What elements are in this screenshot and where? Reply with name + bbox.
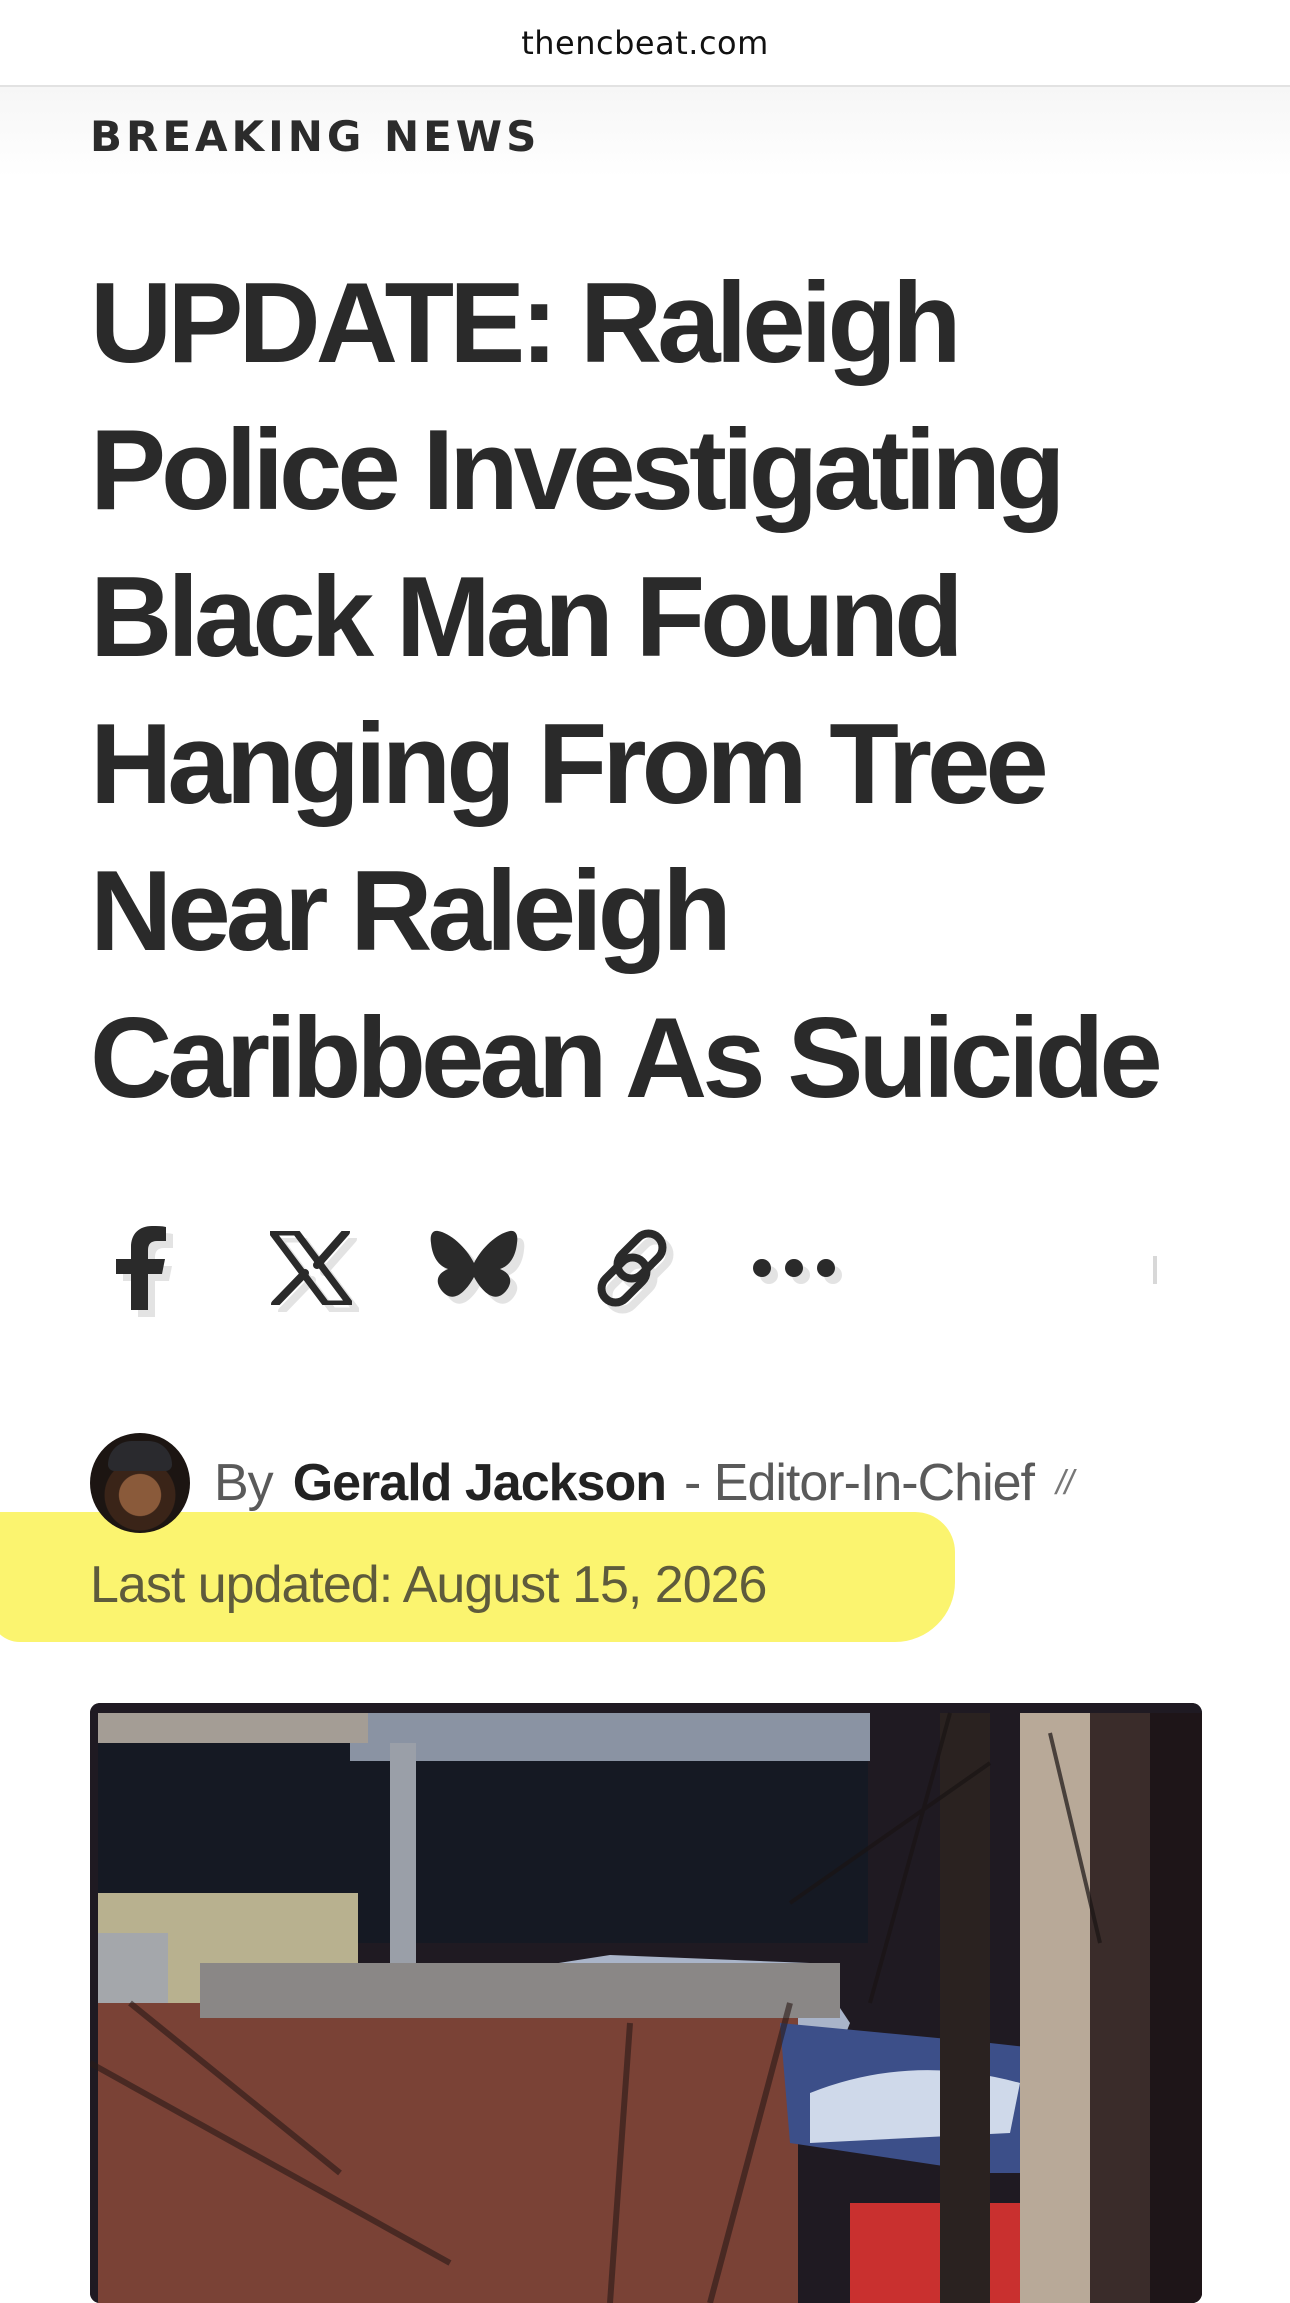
article-hero-image[interactable] (90, 1703, 1202, 2303)
share-facebook-button[interactable] (110, 1218, 270, 1318)
byline: By Gerald Jackson - Editor-In-Chief // (90, 1432, 1074, 1534)
more-icon (753, 1259, 835, 1277)
bluesky-icon (430, 1230, 518, 1297)
byline-prefix: By (214, 1454, 274, 1512)
author-name-link[interactable]: Gerald Jackson (293, 1453, 667, 1513)
browser-address-bar[interactable]: thencbeat.com (0, 0, 1290, 87)
facebook-icon (116, 1226, 166, 1310)
article-headline: UPDATE: Raleigh Police Investigating Bla… (90, 260, 1163, 1122)
share-bluesky-button[interactable] (430, 1218, 590, 1318)
share-x-button[interactable] (270, 1218, 430, 1318)
link-icon (597, 1229, 667, 1307)
author-role: - Editor-In-Chief (684, 1454, 1035, 1512)
author-avatar[interactable] (90, 1433, 190, 1533)
last-updated-date: Last updated: August 15, 2026 (90, 1556, 767, 1614)
more-options-button[interactable] (750, 1218, 910, 1318)
byline-separator: // (1056, 1463, 1074, 1502)
category-kicker[interactable]: BREAKING NEWS (90, 112, 540, 161)
site-domain[interactable]: thencbeat.com (521, 24, 769, 62)
share-divider (1153, 1256, 1157, 1284)
copy-link-button[interactable] (590, 1218, 750, 1318)
share-bar (110, 1218, 910, 1318)
x-icon (270, 1231, 352, 1305)
